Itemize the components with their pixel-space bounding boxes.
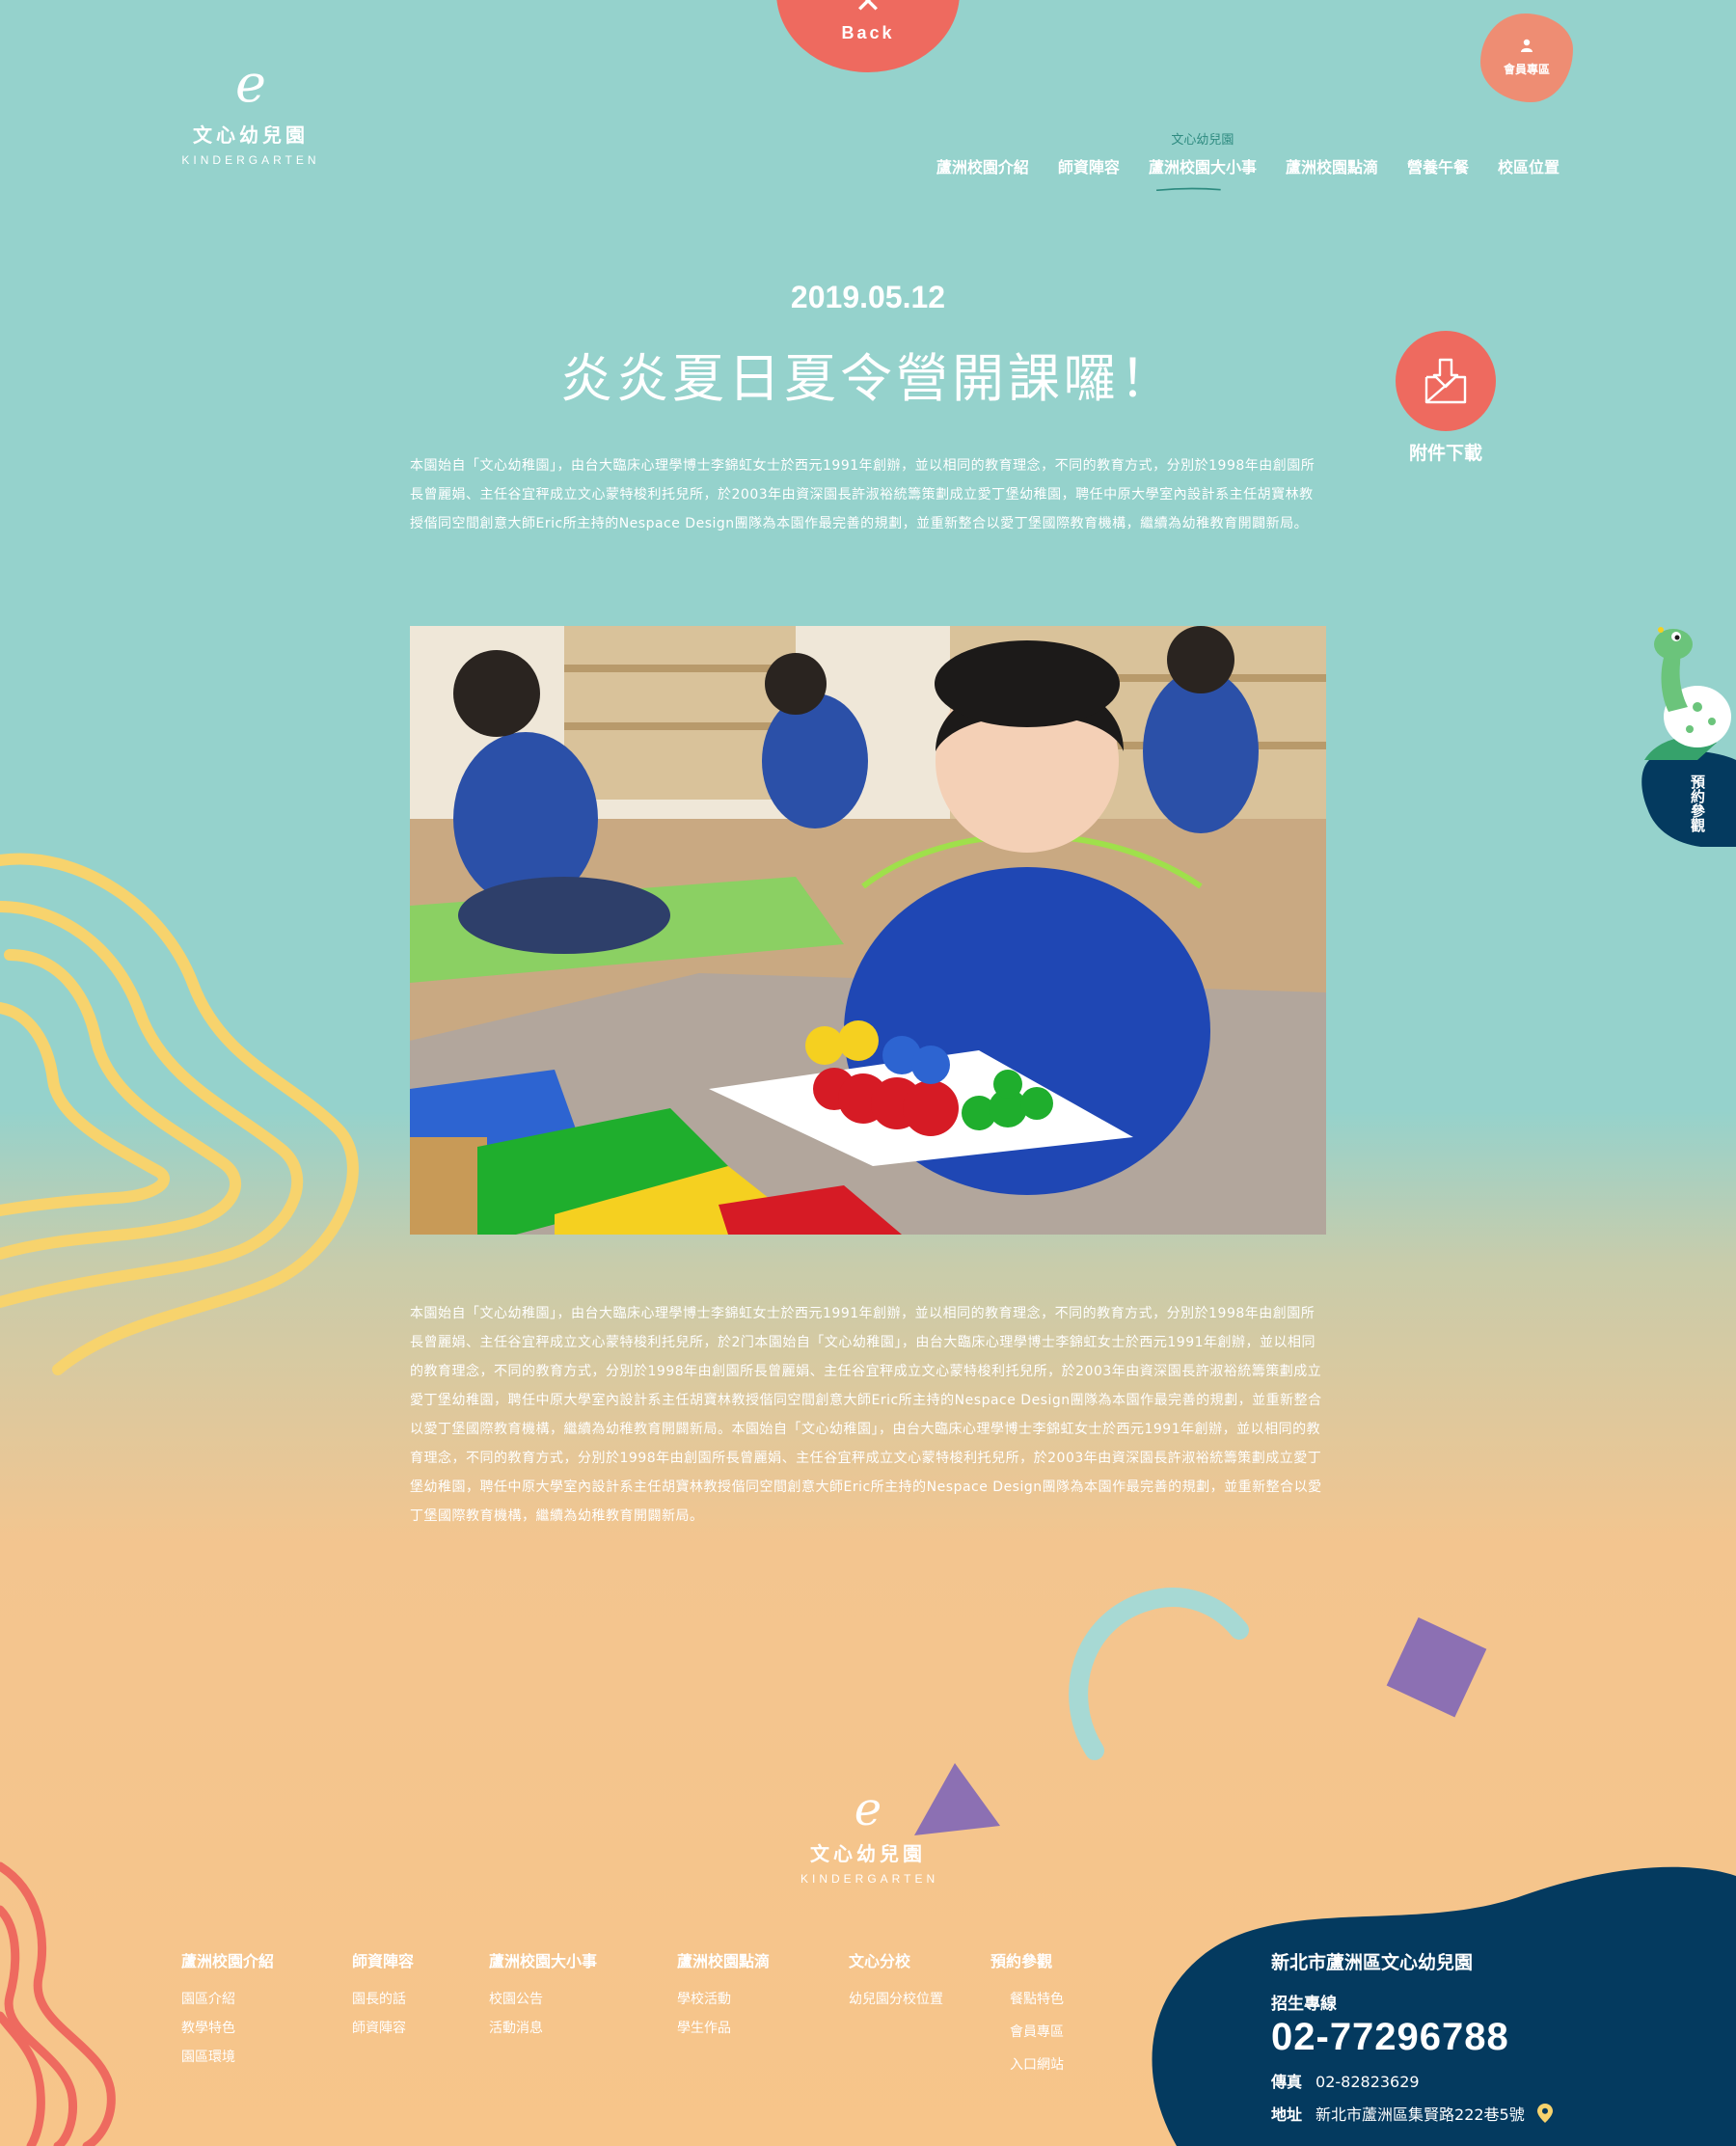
enrollment-line-label: 招生專線 [1271, 1995, 1337, 2014]
purple-square-decoration [1386, 1616, 1487, 1718]
address-label: 地址 [1271, 2105, 1303, 2124]
member-label: 會員專區 [1503, 63, 1550, 76]
footer-heading[interactable]: 蘆洲校園點滴 [677, 1948, 770, 1971]
coral-wavy-lines-decoration [0, 1861, 116, 2146]
main-nav: 蘆洲校園介紹 師資陣容 文心幼兒園 蘆洲校園大小事 蘆洲校園點滴 營養午餐 校區… [936, 133, 1560, 191]
footer-heading[interactable]: 蘆洲校園大小事 [489, 1948, 597, 1971]
article-photo [410, 626, 1326, 1235]
attachment-download-label: 附件下載 [1408, 443, 1482, 464]
footer-link[interactable]: 入口網站 [1010, 2051, 1064, 2079]
contact-title: 新北市蘆洲區文心幼兒園 [1271, 1952, 1474, 1973]
footer-column-teachers: 師資陣容 園長的話 師資陣容 [352, 1948, 414, 2043]
nav-label: 蘆洲校園介紹 [936, 158, 1029, 177]
footer-logo[interactable]: e 文心幼兒園 KINDERGARTEN [800, 1786, 936, 1886]
footer-column-branches: 文心分校 幼兒園分校位置 [849, 1948, 943, 2014]
footer-heading[interactable]: 預約參觀 [990, 1948, 1064, 1971]
logo-name: 文心幼兒園 [193, 123, 309, 147]
nav-active-underline [1155, 187, 1221, 191]
address-text: 新北市蘆洲區集賢路222巷5號 [1316, 2105, 1525, 2124]
footer-link[interactable]: 園區介紹 [181, 1985, 274, 2014]
nav-active-super-label: 文心幼兒園 [1171, 133, 1234, 148]
footer-heading[interactable]: 蘆洲校園介紹 [181, 1948, 274, 1971]
footer-link[interactable]: 會員專區 [1010, 2018, 1064, 2047]
footer-link[interactable]: 教學特色 [181, 2014, 274, 2043]
nav-label: 師資陣容 [1057, 158, 1120, 177]
fax-row: 傳真 02-82823629 [1271, 2069, 1724, 2092]
footer-heading[interactable]: 師資陣容 [352, 1948, 414, 1971]
visit-reservation-tab[interactable]: 預約參觀 [1640, 615, 1736, 847]
nav-item-lunch[interactable]: 營養午餐 [1407, 154, 1469, 177]
contact-info: 新北市蘆洲區文心幼兒園 招生專線 02-77296788 傳真 02-828236… [1271, 1948, 1724, 2125]
logo-mark-icon: e [235, 53, 266, 114]
address-row: 地址 新北市蘆洲區集賢路222巷5號 [1271, 2102, 1724, 2125]
footer-link[interactable]: 園長的話 [352, 1985, 414, 2014]
footer-link[interactable]: 校園公告 [489, 1985, 597, 2014]
nav-label: 蘆洲校園點滴 [1285, 158, 1378, 177]
fax-number: 02-82823629 [1316, 2073, 1420, 2091]
footer-logo-subtitle: KINDERGARTEN [800, 1872, 939, 1886]
footer-link[interactable]: 學生作品 [677, 2014, 770, 2043]
nav-item-teachers[interactable]: 師資陣容 [1058, 154, 1120, 177]
nav-item-campus-moments[interactable]: 蘆洲校園點滴 [1286, 154, 1378, 177]
footer-link[interactable]: 活動消息 [489, 2014, 597, 2043]
visit-reservation-label: 預約參觀 [1689, 774, 1706, 832]
nav-label: 蘆洲校園大小事 [1148, 158, 1257, 177]
nav-item-location[interactable]: 校區位置 [1498, 154, 1560, 177]
member-area-button[interactable]: 會員專區 [1480, 14, 1573, 102]
close-icon: ✕ [854, 0, 882, 21]
footer-link[interactable]: 園區環境 [181, 2043, 274, 2072]
yellow-wavy-lines-decoration [0, 853, 359, 1375]
article-paragraph-body: 本園始自「文心幼稚園」，由台大臨床心理學博士李錦虹女士於西元1991年創辦，並以… [410, 1306, 1322, 1524]
teal-arc-decoration [1069, 1588, 1249, 1760]
footer-link[interactable]: 幼兒園分校位置 [849, 1985, 943, 2014]
nav-item-campus-news[interactable]: 文心幼兒園 蘆洲校園大小事 [1148, 133, 1257, 191]
footer-logo-name: 文心幼兒園 [810, 1842, 926, 1865]
footer-column-campus-moments: 蘆洲校園點滴 學校活動 學生作品 [677, 1948, 770, 2043]
article-date: 2019.05.12 [790, 280, 946, 314]
enrollment-phone[interactable]: 02-77296788 [1271, 2016, 1724, 2059]
footer-column-visit: 預約參觀 餐點特色 會員專區 入口網站 [990, 1948, 1064, 2079]
nav-label: 校區位置 [1497, 158, 1560, 177]
footer-column-campus-news: 蘆洲校園大小事 校園公告 活動消息 [489, 1948, 597, 2043]
back-button[interactable]: ✕ Back [776, 0, 960, 72]
download-icon [1424, 358, 1467, 404]
attachment-download-button[interactable] [1396, 331, 1496, 431]
map-pin-icon[interactable] [1536, 2104, 1553, 2123]
footer-link[interactable]: 餐點特色 [1010, 1985, 1064, 2014]
footer-link[interactable]: 師資陣容 [352, 2014, 414, 2043]
back-label: Back [841, 23, 895, 42]
footer-link[interactable]: 學校活動 [677, 1985, 770, 2014]
article-paragraph-intro: 本園始自「文心幼稚園」，由台大臨床心理學博士李錦虹女士於西元1991年創辦，並以… [410, 458, 1316, 531]
footer-heading[interactable]: 文心分校 [849, 1948, 943, 1971]
nav-label: 營養午餐 [1406, 158, 1469, 177]
fax-label: 傳真 [1271, 2073, 1303, 2091]
logo-subtitle: KINDERGARTEN [181, 153, 320, 167]
brand-logo[interactable]: e 文心幼兒園 KINDERGARTEN [174, 53, 328, 168]
user-icon [1520, 39, 1533, 55]
footer-logo-mark-icon: e [854, 1782, 882, 1836]
nav-item-campus-intro[interactable]: 蘆洲校園介紹 [936, 154, 1029, 177]
footer-column-campus-intro: 蘆洲校園介紹 園區介紹 教學特色 園區環境 [181, 1948, 274, 2072]
